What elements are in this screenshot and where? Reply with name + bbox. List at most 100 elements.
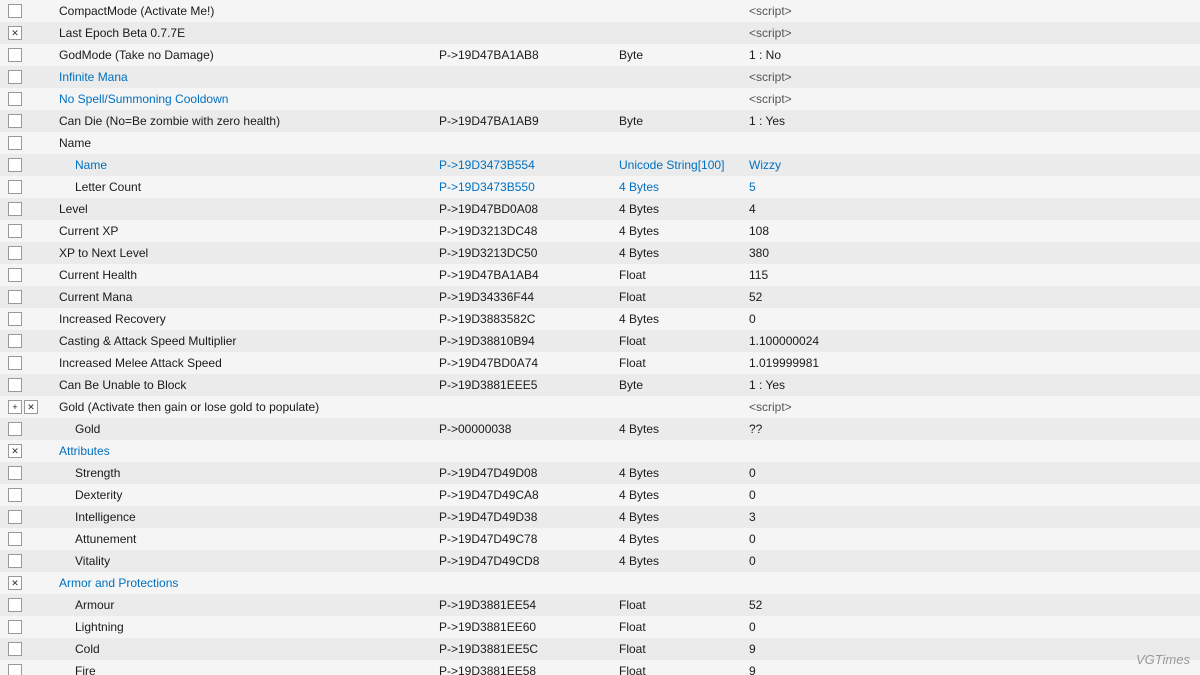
checkbox-cell[interactable] [0,660,55,675]
checkbox[interactable] [8,466,22,480]
table-row[interactable]: Name [0,132,1200,154]
checkbox[interactable] [8,378,22,392]
checkbox-cell[interactable] [0,176,55,198]
checkbox-cell[interactable] [0,132,55,154]
checkbox[interactable] [8,246,22,260]
table-row[interactable]: Attributes [0,440,1200,462]
checkbox[interactable] [8,70,22,84]
checkbox-cell[interactable] [0,440,55,462]
checkbox[interactable] [24,400,38,414]
checkbox[interactable] [8,290,22,304]
checkbox-cell[interactable] [0,286,55,308]
table-row[interactable]: IntelligenceP->19D47D49D384 Bytes3 [0,506,1200,528]
checkbox[interactable] [8,488,22,502]
checkbox[interactable] [8,92,22,106]
entry-name-text: Attributes [59,444,110,458]
value-text: 1.019999981 [749,356,819,370]
checkbox-cell[interactable] [0,242,55,264]
checkbox[interactable] [8,642,22,656]
checkbox[interactable] [8,136,22,150]
checkbox-cell[interactable] [0,572,55,594]
table-row[interactable]: GoldP->000000384 Bytes?? [0,418,1200,440]
table-row[interactable]: LightningP->19D3881EE60Float0 [0,616,1200,638]
checkbox-cell[interactable] [0,154,55,176]
checkbox[interactable] [8,598,22,612]
checkbox-cell[interactable] [0,594,55,616]
checkbox[interactable] [8,180,22,194]
table-row[interactable]: Letter CountP->19D3473B5504 Bytes5 [0,176,1200,198]
checkbox[interactable] [8,224,22,238]
table-row[interactable]: Last Epoch Beta 0.7.7E<script> [0,22,1200,44]
entry-name: Dexterity [55,484,435,506]
checkbox[interactable] [8,422,22,436]
checkbox[interactable] [8,4,22,18]
table-row[interactable]: ColdP->19D3881EE5CFloat9 [0,638,1200,660]
checkbox-cell[interactable] [0,374,55,396]
checkbox-cell[interactable] [0,506,55,528]
checkbox[interactable] [8,268,22,282]
checkbox[interactable] [8,554,22,568]
checkbox[interactable] [8,334,22,348]
table-row[interactable]: Can Be Unable to BlockP->19D3881EEE5Byte… [0,374,1200,396]
checkbox[interactable] [8,202,22,216]
checkbox-cell[interactable] [0,418,55,440]
checkbox-cell[interactable] [0,110,55,132]
checkbox-cell[interactable] [0,220,55,242]
table-row[interactable]: GodMode (Take no Damage)P->19D47BA1AB8By… [0,44,1200,66]
table-row[interactable]: Casting & Attack Speed MultiplierP->19D3… [0,330,1200,352]
checkbox[interactable] [8,532,22,546]
table-row[interactable]: LevelP->19D47BD0A084 Bytes4 [0,198,1200,220]
table-row[interactable]: VitalityP->19D47D49CD84 Bytes0 [0,550,1200,572]
checkbox[interactable] [8,576,22,590]
checkbox-cell[interactable] [0,528,55,550]
table-row[interactable]: Infinite Mana<script> [0,66,1200,88]
expand-button[interactable] [8,400,22,414]
checkbox-cell[interactable] [0,0,55,22]
checkbox-cell[interactable] [0,484,55,506]
table-row[interactable]: StrengthP->19D47D49D084 Bytes0 [0,462,1200,484]
table-row[interactable]: Increased RecoveryP->19D3883582C4 Bytes0 [0,308,1200,330]
type-text: Unicode String[100] [619,158,724,172]
checkbox[interactable] [8,444,22,458]
checkbox-cell[interactable] [0,462,55,484]
entry-address [435,572,615,594]
table-row[interactable]: XP to Next LevelP->19D3213DC504 Bytes380 [0,242,1200,264]
checkbox-cell[interactable] [0,550,55,572]
table-row[interactable]: ArmourP->19D3881EE54Float52 [0,594,1200,616]
table-row[interactable]: NameP->19D3473B554Unicode String[100]Wiz… [0,154,1200,176]
checkbox-cell[interactable] [0,616,55,638]
checkbox[interactable] [8,664,22,675]
table-row[interactable]: Gold (Activate then gain or lose gold to… [0,396,1200,418]
table-row[interactable]: CompactMode (Activate Me!)<script> [0,0,1200,22]
table-row[interactable]: Current HealthP->19D47BA1AB4Float115 [0,264,1200,286]
table-row[interactable]: Increased Melee Attack SpeedP->19D47BD0A… [0,352,1200,374]
checkbox-cell[interactable] [0,264,55,286]
checkbox-cell[interactable] [0,66,55,88]
table-row[interactable]: Current XPP->19D3213DC484 Bytes108 [0,220,1200,242]
checkbox-cell[interactable] [0,198,55,220]
checkbox-cell[interactable] [0,22,55,44]
checkbox-cell[interactable] [0,88,55,110]
checkbox-cell[interactable] [0,330,55,352]
table-row[interactable]: No Spell/Summoning Cooldown<script> [0,88,1200,110]
checkbox-cell[interactable] [0,396,55,418]
entry-type: 4 Bytes [615,198,745,220]
checkbox[interactable] [8,158,22,172]
checkbox[interactable] [8,356,22,370]
checkbox[interactable] [8,26,22,40]
checkbox-cell[interactable] [0,352,55,374]
table-row[interactable]: FireP->19D3881EE58Float9 [0,660,1200,675]
checkbox-cell[interactable] [0,638,55,660]
checkbox-cell[interactable] [0,308,55,330]
table-row[interactable]: DexterityP->19D47D49CA84 Bytes0 [0,484,1200,506]
checkbox[interactable] [8,48,22,62]
table-row[interactable]: Armor and Protections [0,572,1200,594]
checkbox[interactable] [8,312,22,326]
checkbox[interactable] [8,114,22,128]
table-row[interactable]: Can Die (No=Be zombie with zero health)P… [0,110,1200,132]
checkbox[interactable] [8,510,22,524]
table-row[interactable]: Current ManaP->19D34336F44Float52 [0,286,1200,308]
checkbox-cell[interactable] [0,44,55,66]
checkbox[interactable] [8,620,22,634]
table-row[interactable]: AttunementP->19D47D49C784 Bytes0 [0,528,1200,550]
